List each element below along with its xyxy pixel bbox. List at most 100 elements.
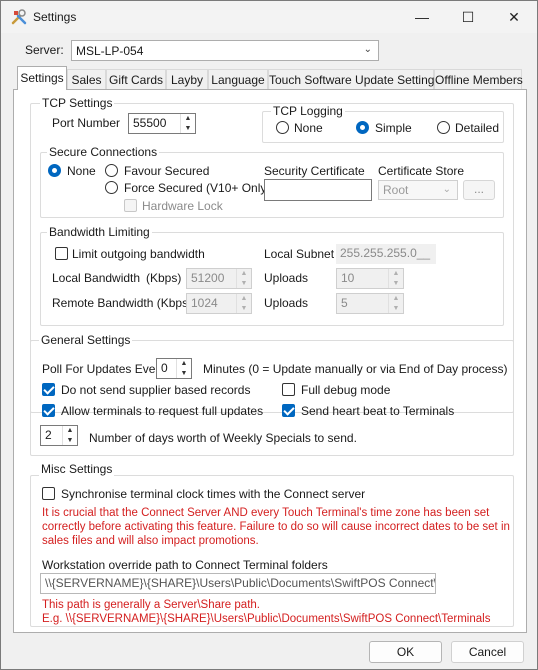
- heartbeat-checkbox[interactable]: [282, 404, 295, 417]
- spin-up-icon[interactable]: ▲: [177, 359, 191, 369]
- security-certificate-label: Security Certificate: [264, 164, 365, 178]
- tab-language[interactable]: Language: [208, 69, 268, 89]
- certificate-store-label: Certificate Store: [378, 164, 465, 178]
- spin-down-icon[interactable]: ▼: [181, 124, 195, 134]
- spin-up-icon[interactable]: ▲: [181, 114, 195, 124]
- spin-down-icon[interactable]: ▼: [389, 304, 403, 314]
- spin-down-icon[interactable]: ▼: [177, 369, 191, 379]
- port-number-label: Port Number: [52, 116, 121, 130]
- logging-none-radio[interactable]: [276, 121, 289, 134]
- hardware-lock-checkbox[interactable]: [124, 199, 137, 212]
- warning-line: correctly before activating this feature…: [42, 521, 510, 533]
- no-supplier-records-checkbox[interactable]: [42, 383, 55, 396]
- secure-none-label: None: [67, 164, 96, 178]
- general-settings-title: General Settings: [39, 333, 133, 347]
- full-debug-label: Full debug mode: [301, 383, 391, 397]
- tools-icon: [11, 9, 27, 25]
- maximize-icon: ☐: [461, 8, 475, 25]
- tcp-settings-title: TCP Settings: [40, 96, 115, 110]
- logging-simple-label: Simple: [375, 121, 412, 135]
- poll-updates-stepper[interactable]: 0 ▲ ▼: [156, 358, 192, 379]
- logging-detailed-label: Detailed: [455, 121, 500, 135]
- weekly-specials-days-stepper[interactable]: 2 ▲ ▼: [40, 425, 78, 446]
- settings-tab-panel: TCP Settings Port Number 55500 ▲ ▼ TCP Lo…: [13, 89, 527, 633]
- minimize-icon: —: [415, 9, 429, 25]
- tab-layby[interactable]: Layby: [166, 69, 208, 89]
- logging-detailed-radio[interactable]: [437, 121, 450, 134]
- certificate-store-select[interactable]: Root ⌄: [378, 180, 458, 200]
- port-number-value: 55500: [133, 116, 167, 130]
- force-secured-label: Force Secured (V10+ Only): [124, 181, 271, 195]
- server-select[interactable]: MSL-LP-054 ⌄: [71, 40, 379, 61]
- tab-settings[interactable]: Settings: [17, 66, 67, 90]
- certificate-store-value: Root: [383, 183, 409, 197]
- local-subnet-label: Local Subnet: [264, 247, 335, 261]
- local-subnet-value: 255.255.255.0__: [340, 246, 431, 260]
- favour-secured-radio[interactable]: [105, 164, 118, 177]
- cancel-button[interactable]: Cancel: [451, 641, 524, 663]
- local-bandwidth-value: 51200: [191, 271, 225, 285]
- spin-up-icon[interactable]: ▲: [237, 269, 251, 279]
- local-uploads-value: 10: [341, 271, 355, 285]
- chevron-down-icon: ⌄: [442, 184, 451, 195]
- tab-gift-cards[interactable]: Gift Cards: [106, 69, 166, 89]
- weekly-specials-label: Number of days worth of Weekly Specials …: [89, 431, 357, 445]
- spin-down-icon[interactable]: ▼: [237, 279, 251, 289]
- hint-line: This path is generally a Server\Share pa…: [42, 599, 260, 611]
- cancel-label: Cancel: [468, 645, 507, 659]
- full-debug-checkbox[interactable]: [282, 383, 295, 396]
- minimize-button[interactable]: —: [399, 1, 445, 33]
- poll-updates-hint: Minutes (0 = Update manually or via End …: [203, 362, 508, 376]
- browse-label: ...: [473, 182, 484, 196]
- bandwidth-limiting-title: Bandwidth Limiting: [47, 225, 152, 239]
- heartbeat-label: Send heart beat to Terminals: [301, 404, 455, 418]
- uploads-label-local: Uploads: [264, 271, 309, 285]
- tab-offline-members[interactable]: Offline Members: [434, 69, 523, 89]
- close-icon: ✕: [508, 8, 520, 25]
- secure-none-radio[interactable]: [48, 164, 61, 177]
- remote-uploads-stepper[interactable]: 5 ▲ ▼: [336, 293, 404, 314]
- local-subnet-input[interactable]: 255.255.255.0__: [336, 244, 436, 264]
- security-certificate-input[interactable]: [264, 179, 372, 201]
- kbps-label: (Kbps): [146, 271, 182, 285]
- spin-up-icon[interactable]: ▲: [389, 269, 403, 279]
- spin-down-icon[interactable]: ▼: [237, 304, 251, 314]
- sync-clock-checkbox[interactable]: [42, 487, 55, 500]
- spin-up-icon[interactable]: ▲: [389, 294, 403, 304]
- logging-none-label: None: [294, 121, 323, 135]
- spin-up-icon[interactable]: ▲: [63, 426, 77, 436]
- server-label: Server:: [25, 43, 64, 57]
- limit-bandwidth-label: Limit outgoing bandwidth: [72, 247, 205, 261]
- local-bandwidth-stepper[interactable]: 51200 ▲ ▼: [186, 268, 252, 289]
- maximize-button[interactable]: ☐: [445, 1, 491, 33]
- port-number-stepper[interactable]: 55500 ▲ ▼: [128, 113, 196, 134]
- warning-line: sales files and will also impact promoti…: [42, 535, 259, 547]
- force-secured-radio[interactable]: [105, 181, 118, 194]
- spin-up-icon[interactable]: ▲: [237, 294, 251, 304]
- close-button[interactable]: ✕: [491, 1, 537, 33]
- override-path-input[interactable]: \\{SERVERNAME}\{SHARE}\Users\Public\Docu…: [40, 573, 436, 594]
- settings-window: Settings — ☐ ✕ Server: MSL-LP-054 ⌄ Sett…: [0, 0, 538, 670]
- uploads-label-remote: Uploads: [264, 296, 309, 310]
- poll-updates-label: Poll For Updates Every: [42, 362, 166, 376]
- poll-updates-value: 0: [161, 361, 168, 375]
- spin-down-icon[interactable]: ▼: [63, 436, 77, 446]
- override-path-label: Workstation override path to Connect Ter…: [42, 558, 328, 572]
- tab-label: Layby: [170, 73, 204, 87]
- hardware-lock-label: Hardware Lock: [142, 199, 223, 213]
- browse-certificate-button[interactable]: ...: [463, 180, 495, 200]
- sync-clock-label: Synchronise terminal clock times with th…: [61, 487, 366, 501]
- ok-button[interactable]: OK: [369, 641, 442, 663]
- misc-settings-title: Misc Settings: [39, 462, 115, 476]
- override-path-hint: This path is generally a Server\Share pa…: [42, 598, 512, 626]
- tab-sales[interactable]: Sales: [67, 69, 106, 89]
- allow-full-updates-checkbox[interactable]: [42, 404, 55, 417]
- logging-simple-radio[interactable]: [356, 121, 369, 134]
- spin-down-icon[interactable]: ▼: [389, 279, 403, 289]
- local-uploads-stepper[interactable]: 10 ▲ ▼: [336, 268, 404, 289]
- tab-touch-software-update[interactable]: Touch Software Update Settings: [268, 69, 440, 89]
- tab-label: Sales: [71, 73, 102, 87]
- remote-bandwidth-stepper[interactable]: 1024 ▲ ▼: [186, 293, 252, 314]
- tab-label: Touch Software Update Settings: [269, 73, 441, 87]
- limit-bandwidth-checkbox[interactable]: [55, 247, 68, 260]
